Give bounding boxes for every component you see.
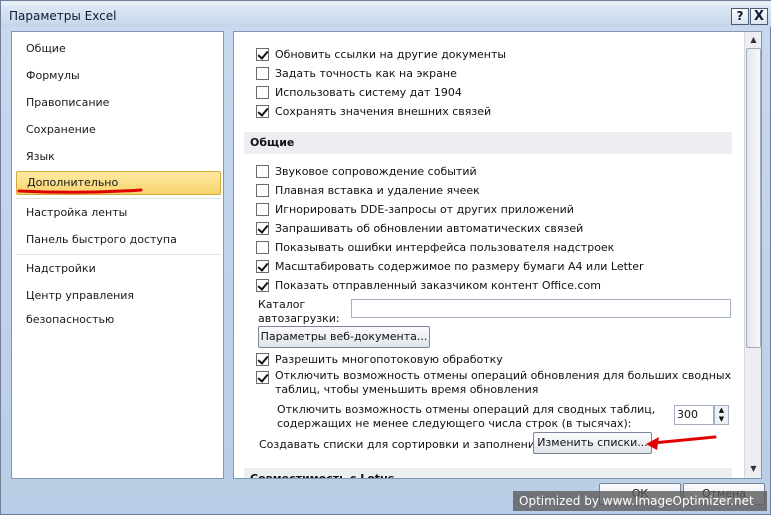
watermark-banner: Optimized by www.ImageOptimizer.net xyxy=(513,491,767,511)
arrowhead-annotation xyxy=(646,437,659,450)
red-annotation-overlay xyxy=(17,188,717,450)
underline-annotation xyxy=(17,188,143,194)
excel-options-dialog: Параметры Excel ? X Общие Формулы Правоп… xyxy=(0,0,771,515)
arrow-annotation xyxy=(651,435,717,445)
